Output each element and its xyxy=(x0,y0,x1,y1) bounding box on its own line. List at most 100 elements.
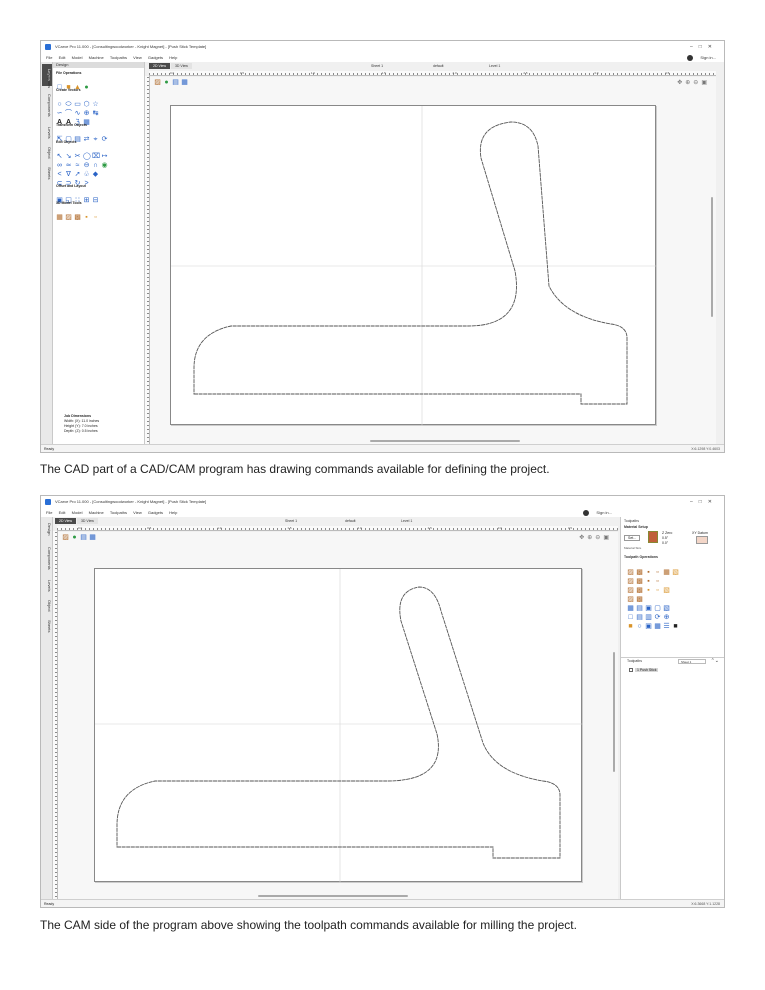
project-toolpath-icon[interactable]: ▫ xyxy=(654,587,661,594)
model-scale-icon[interactable]: ▩ xyxy=(74,214,81,221)
lock-icon[interactable]: ■ xyxy=(672,623,679,630)
tab-2d-view[interactable]: 2D View xyxy=(149,63,170,69)
sign-in-button[interactable]: Sign in... xyxy=(682,53,716,62)
layer-selector[interactable]: default xyxy=(345,518,356,524)
tab-levels[interactable]: Levels xyxy=(42,124,52,142)
section-transform-objects: Transform Objects xyxy=(56,123,87,127)
toolpath-list-icon[interactable]: ☰ xyxy=(663,623,670,630)
window-controls[interactable]: –□✕ xyxy=(690,41,718,53)
stop-icon[interactable]: ○ xyxy=(636,623,643,630)
distort-icon[interactable]: ⌖ xyxy=(92,136,99,143)
menu-model[interactable]: Model xyxy=(72,510,83,515)
tab-design[interactable]: Design xyxy=(42,519,52,539)
layer-selector[interactable]: default xyxy=(433,63,444,69)
layers-icon[interactable]: ▤ xyxy=(80,534,87,541)
vertical-scrollbar[interactable] xyxy=(613,652,615,772)
model-slice-icon[interactable]: ▫ xyxy=(92,214,99,221)
import-model-icon[interactable]: ▦ xyxy=(56,214,63,221)
menu-machine[interactable]: Machine xyxy=(89,55,104,60)
horizontal-scrollbar[interactable] xyxy=(258,895,408,897)
menu-machine[interactable]: Machine xyxy=(89,510,104,515)
toolpath-list-header: Toolpaths Sheet 1 ⌃⌄ xyxy=(621,658,724,665)
thickness-top: 0.5" xyxy=(662,536,669,540)
shape-icon[interactable]: ◆ xyxy=(92,171,99,178)
sheet-selector[interactable]: Sheet 1 xyxy=(285,518,297,524)
title-bar: VCarve Pro 11.000 - [Consultingwoodworke… xyxy=(41,496,724,508)
tab-sheets[interactable]: Sheets xyxy=(42,164,52,182)
xy-datum-selector[interactable] xyxy=(696,536,708,544)
menu-view[interactable]: View xyxy=(133,55,142,60)
menu-edit[interactable]: Edit xyxy=(59,510,66,515)
sheet-filter-select[interactable]: Sheet 1 xyxy=(678,659,706,664)
horizontal-scrollbar[interactable] xyxy=(370,440,520,442)
menu-gadgets[interactable]: Gadgets xyxy=(148,510,163,515)
material-setup-title: Material Setup xyxy=(624,525,648,529)
menu-gadgets[interactable]: Gadgets xyxy=(148,55,163,60)
preview-icon[interactable]: ● xyxy=(71,534,78,541)
2d-viewport[interactable]: ▨ ● ▤ ▦ ✥⊕⊖▣ xyxy=(150,77,716,446)
zoom-extents-icon[interactable]: ▣ xyxy=(701,80,710,86)
dimension-icon[interactable]: ↹ xyxy=(92,110,99,117)
level-selector[interactable]: Level 1 xyxy=(401,518,412,524)
toolpath-operations-title: Toolpath Operations xyxy=(624,555,658,559)
level-selector[interactable]: Level 1 xyxy=(489,63,500,69)
nesting-icon[interactable]: ⊞ xyxy=(83,197,90,204)
tab-3d-view[interactable]: 3D View xyxy=(170,63,192,69)
sheet-selector[interactable]: Sheet 1 xyxy=(371,63,383,69)
boundary-icon[interactable]: ◉ xyxy=(101,162,108,169)
3d-profile-icon[interactable]: ▪ xyxy=(645,587,652,594)
render-icon[interactable]: ▨ xyxy=(62,534,69,541)
menu-help[interactable]: Help xyxy=(169,55,177,60)
menu-file[interactable]: File xyxy=(46,510,52,515)
tab-components[interactable]: Components xyxy=(42,541,52,575)
array-icon[interactable]: ⊟ xyxy=(92,197,99,204)
menu-file[interactable]: File xyxy=(46,55,52,60)
chevron-down-icon[interactable]: ⌃⌄ xyxy=(711,658,719,665)
2d-viewport[interactable]: ▨ ● ▤ ▦ ✥⊕⊖▣ xyxy=(58,532,618,901)
save-icon[interactable]: ● xyxy=(83,84,90,91)
tab-sheets[interactable]: Sheets xyxy=(42,617,52,635)
status-text: Ready xyxy=(44,902,55,906)
model-position-icon[interactable]: ▨ xyxy=(65,214,72,221)
calculate-toolpath-icon[interactable]: ■ xyxy=(627,623,634,630)
model-fade-icon[interactable]: ▪ xyxy=(83,214,90,221)
line-toolpath-icon[interactable]: ▧ xyxy=(663,587,670,594)
tab-2d-view[interactable]: 2D View xyxy=(55,518,76,524)
simulate-icon[interactable]: ▣ xyxy=(645,623,652,630)
menu-toolpaths[interactable]: Toolpaths xyxy=(110,55,127,60)
menu-view[interactable]: View xyxy=(133,510,142,515)
nest-toolpath-icon[interactable]: ▦ xyxy=(654,623,661,630)
menu-model[interactable]: Model xyxy=(72,55,83,60)
mirror-icon[interactable]: ⇄ xyxy=(83,136,90,143)
toolpath-item-label: 1 Push Stick xyxy=(635,668,659,672)
menu-help[interactable]: Help xyxy=(169,510,177,515)
viewport-tools-left: ▨ ● ▤ ▦ xyxy=(154,79,190,86)
sign-in-button[interactable]: Sign in... xyxy=(578,508,612,517)
preview-icon[interactable]: ● xyxy=(163,79,170,86)
menu-toolpaths[interactable]: Toolpaths xyxy=(110,510,127,515)
tab-object[interactable]: Object xyxy=(42,597,52,615)
tab-3d-view[interactable]: 3D View xyxy=(76,518,98,524)
grid-icon[interactable]: ▦ xyxy=(181,79,188,86)
toolpath-item[interactable]: 1 Push Stick xyxy=(629,668,724,673)
tab-object[interactable]: Object xyxy=(42,144,52,162)
toolpath-visibility-checkbox[interactable] xyxy=(629,668,633,673)
set-material-button[interactable]: Set... xyxy=(624,535,641,541)
rotate-icon[interactable]: ⟳ xyxy=(101,136,108,143)
render-icon[interactable]: ▨ xyxy=(154,79,161,86)
vertical-scrollbar[interactable] xyxy=(711,197,713,317)
ruler-tick-label: 3.5 xyxy=(567,526,573,530)
zoom-extents-icon[interactable]: ▣ xyxy=(603,535,612,541)
menu-edit[interactable]: Edit xyxy=(59,55,66,60)
tab-toolpaths-collapsed[interactable]: Toolpaths xyxy=(42,65,52,95)
push-stick-outline xyxy=(95,569,583,883)
vcarve-toolpath-icon[interactable]: ▦ xyxy=(663,569,670,576)
inlay-toolpath-icon[interactable]: ▧ xyxy=(672,569,679,576)
material-sheet xyxy=(94,568,583,883)
window-controls[interactable]: –□✕ xyxy=(690,496,718,508)
grid-icon[interactable]: ▦ xyxy=(89,534,96,541)
layers-icon[interactable]: ▤ xyxy=(172,79,179,86)
view-tabs: 2D View 3D View xyxy=(55,518,99,524)
cad-screenshot: VCarve Pro 11.000 - [Consultingwoodworke… xyxy=(40,40,725,453)
tab-levels[interactable]: Levels xyxy=(42,577,52,595)
